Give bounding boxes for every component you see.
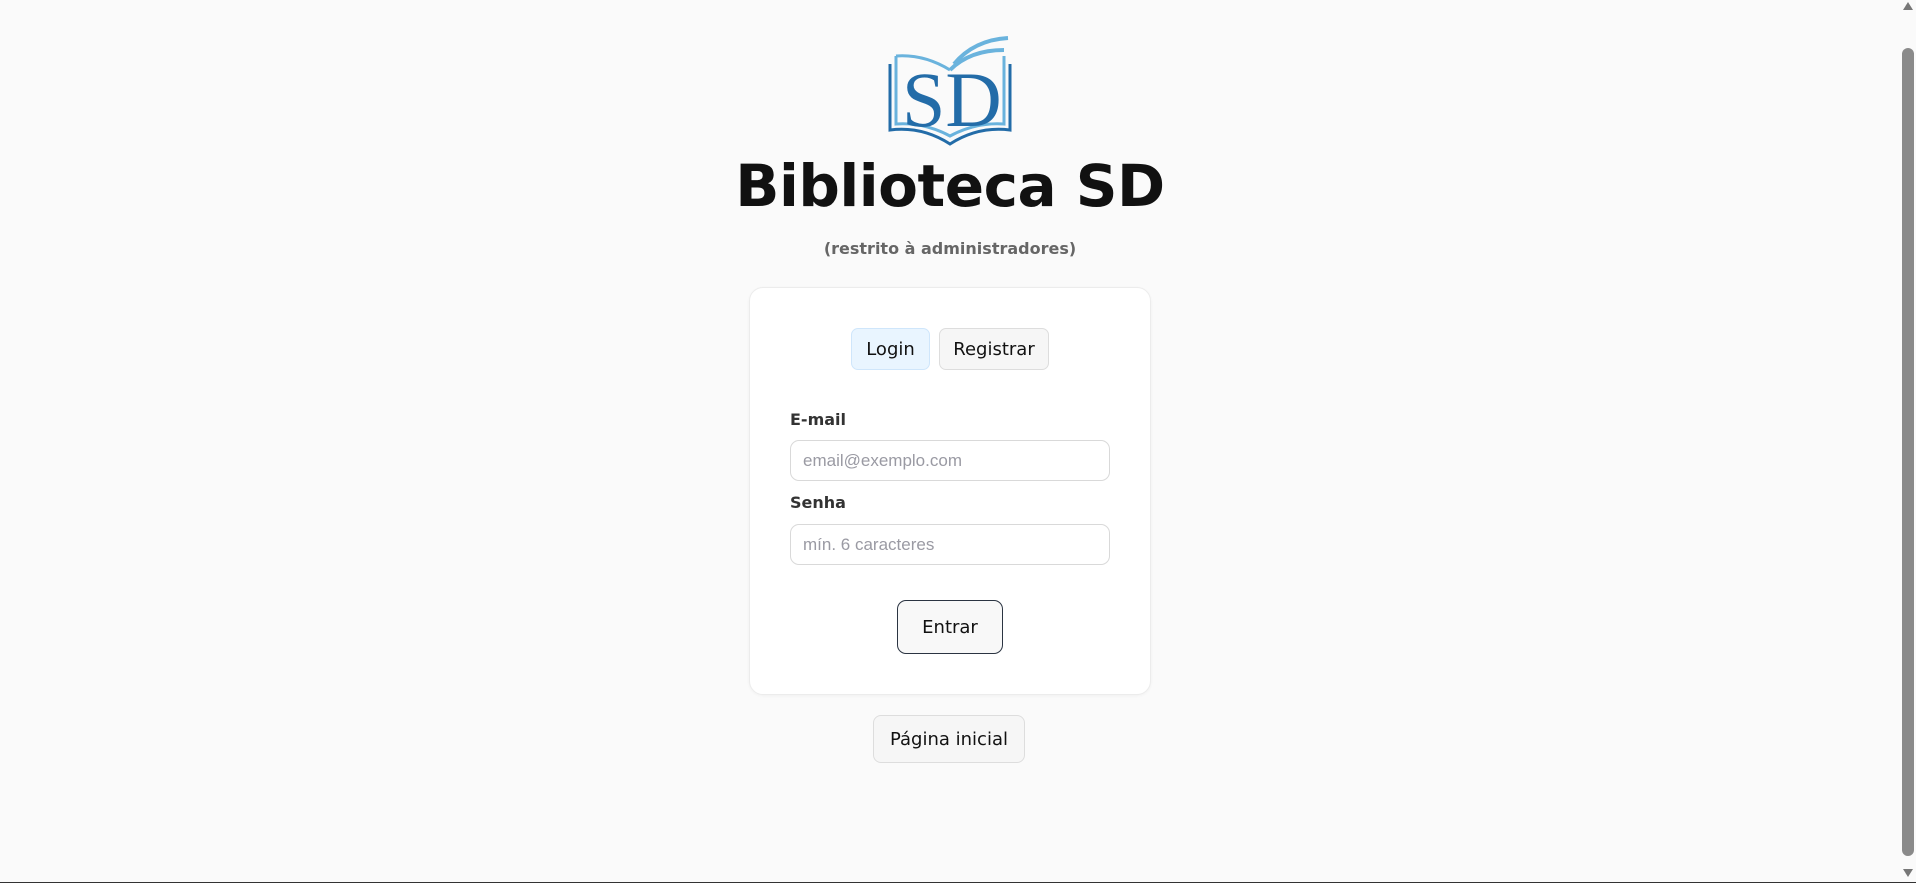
page-subtitle: (restrito à administradores) <box>823 239 1077 258</box>
scroll-up-arrow-icon[interactable] <box>1903 2 1913 10</box>
login-card: Login Registrar E-mail Senha Entrar <box>749 287 1151 695</box>
vertical-scrollbar[interactable] <box>1900 0 1916 883</box>
scroll-down-arrow-icon[interactable] <box>1903 869 1913 877</box>
email-label: E-mail <box>790 410 847 429</box>
page-title: Biblioteca SD <box>735 152 1165 220</box>
email-input[interactable] <box>790 440 1110 481</box>
tab-registrar[interactable]: Registrar <box>939 328 1049 370</box>
biblioteca-sd-logo: SD <box>888 36 1012 146</box>
password-label: Senha <box>790 493 846 512</box>
tab-login[interactable]: Login <box>851 328 930 370</box>
password-input[interactable] <box>790 524 1110 565</box>
scrollbar-thumb[interactable] <box>1902 48 1914 856</box>
submit-login-button[interactable]: Entrar <box>897 600 1003 654</box>
home-page-button[interactable]: Página inicial <box>873 715 1025 763</box>
svg-text:SD: SD <box>902 56 1002 143</box>
